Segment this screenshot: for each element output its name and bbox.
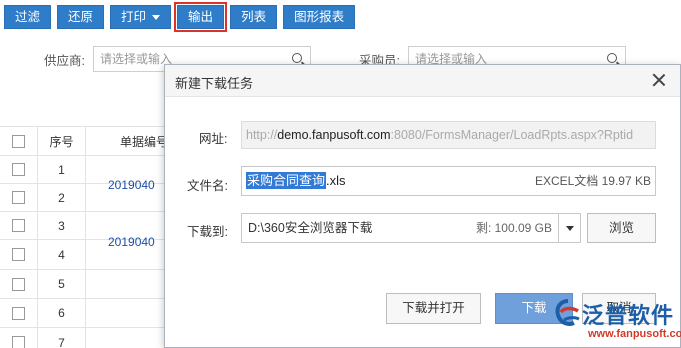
row-seq: 5 (38, 270, 86, 298)
row-checkbox-cell (0, 270, 38, 298)
supplier-label: 供应商: (44, 53, 85, 68)
row-checkbox-cell (0, 184, 38, 211)
row-checkbox-cell (0, 156, 38, 183)
supplier-placeholder: 请选择或输入 (99, 52, 172, 66)
row-seq: 3 (38, 212, 86, 239)
print-button[interactable]: 打印 (110, 5, 172, 29)
doc-number-link[interactable]: 2019040 (108, 178, 155, 192)
filter-button-label: 过滤 (15, 10, 41, 24)
watermark-logo: 泛普软件 www.fanpusoft.com (548, 292, 681, 348)
brand-logo-icon (555, 299, 580, 326)
row-checkbox[interactable] (12, 248, 25, 261)
row-seq: 6 (38, 299, 86, 327)
toolbar: 过滤 还原 打印 输出 列表 图形报表 (0, 0, 681, 34)
export-button[interactable]: 输出 (174, 2, 228, 32)
list-button[interactable]: 列表 (230, 5, 278, 29)
filename-extension: .xls (326, 173, 346, 188)
chart-report-button-label: 图形报表 (294, 10, 345, 24)
restore-button[interactable]: 还原 (57, 5, 105, 29)
row-checkbox-cell (0, 299, 38, 327)
row-checkbox[interactable] (12, 191, 25, 204)
row-checkbox-cell (0, 240, 38, 269)
browse-button[interactable]: 浏览 (587, 213, 656, 243)
search-icon[interactable] (291, 53, 302, 63)
row-checkbox[interactable] (12, 307, 25, 320)
url-rest: :8080/FormsManager/LoadRpts.aspx?Rptid (390, 128, 634, 142)
export-button-label: 输出 (188, 10, 214, 24)
row-checkbox-cell (0, 328, 38, 348)
save-to-label: 下载到: (187, 225, 228, 239)
download-and-open-button[interactable]: 下载并打开 (386, 293, 481, 324)
header-checkbox-cell (0, 127, 38, 155)
watermark-site: www.fanpusoft.com (588, 328, 681, 340)
search-icon[interactable] (606, 53, 617, 63)
close-icon[interactable] (652, 73, 666, 87)
header-seq: 序号 (38, 127, 86, 155)
dialog-titlebar: 新建下载任务 (165, 65, 680, 97)
url-host: demo.fanpusoft.com (277, 128, 391, 142)
dialog-title: 新建下载任务 (175, 76, 254, 91)
free-space: 剩: 100.09 GB (475, 221, 552, 235)
filename-label: 文件名: (187, 179, 228, 193)
row-checkbox[interactable] (12, 219, 25, 232)
url-field: http://demo.fanpusoft.com:8080/FormsMana… (241, 121, 656, 149)
filter-button[interactable]: 过滤 (4, 5, 52, 29)
row-checkbox[interactable] (12, 163, 25, 176)
row-seq: 2 (38, 184, 86, 211)
watermark-brand: 泛普软件 (582, 303, 675, 328)
doc-number-link[interactable]: 2019040 (108, 235, 155, 249)
row-checkbox[interactable] (12, 336, 25, 348)
row-seq: 1 (38, 156, 86, 183)
print-button-label: 打印 (121, 10, 147, 24)
row-seq: 4 (38, 240, 86, 269)
filename-selected-text: 采购合同查询 (246, 172, 327, 189)
list-button-label: 列表 (241, 10, 267, 24)
url-label: 网址: (199, 132, 228, 146)
restore-button-label: 还原 (68, 10, 94, 24)
dropdown-arrow-icon[interactable] (558, 214, 580, 242)
save-path-select[interactable]: D:\360安全浏览器下载 剩: 100.09 GB (241, 213, 581, 243)
caret-down-icon (152, 14, 161, 20)
select-all-checkbox[interactable] (12, 135, 25, 148)
row-checkbox-cell (0, 212, 38, 239)
save-path-value: D:\360安全浏览器下载 (248, 221, 373, 235)
row-checkbox[interactable] (12, 278, 25, 291)
url-prefix: http:// (246, 128, 278, 142)
row-seq: 7 (38, 328, 86, 348)
chart-report-button[interactable]: 图形报表 (283, 5, 356, 29)
file-type-size: EXCEL文档 19.97 KB (534, 174, 651, 188)
filename-input[interactable]: 采购合同查询.xls EXCEL文档 19.97 KB (241, 166, 656, 196)
